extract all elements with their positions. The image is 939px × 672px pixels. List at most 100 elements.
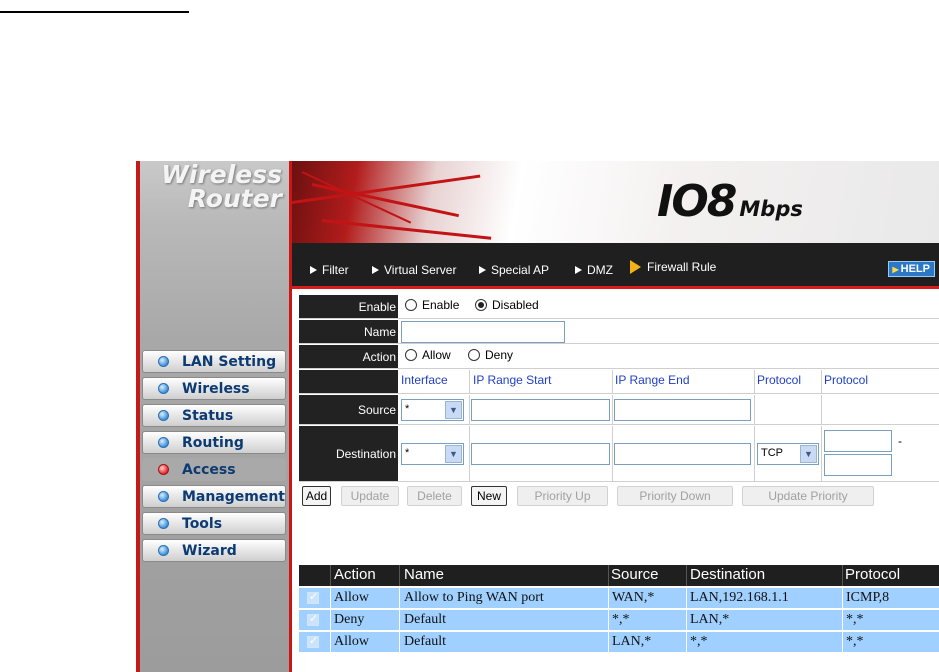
column-divider xyxy=(330,588,331,608)
new-button[interactable]: New xyxy=(471,486,507,506)
cell-destination: LAN,192.168.1.1 xyxy=(690,590,789,605)
destination-protocol-select[interactable]: TCP ▼ xyxy=(757,443,819,465)
sidebar-item-wizard[interactable]: Wizard xyxy=(142,539,286,562)
left-panel: Wireless Router LAN Setting Wireless Sta… xyxy=(136,161,292,672)
speed-value: IO8 xyxy=(657,176,737,227)
select-value: * xyxy=(405,403,410,415)
update-priority-button[interactable]: Update Priority xyxy=(742,486,874,506)
sidebar-item-routing[interactable]: Routing xyxy=(142,431,286,454)
cell-destination: LAN,* xyxy=(690,612,730,627)
source-interface-select[interactable]: * ▼ xyxy=(401,399,464,421)
priority-down-button[interactable]: Priority Down xyxy=(617,486,733,506)
column-divider xyxy=(686,632,687,652)
sidebar-item-lan-setting[interactable]: LAN Setting xyxy=(142,350,286,373)
column-divider xyxy=(469,370,470,394)
sidebar-item-status[interactable]: Status xyxy=(142,404,286,427)
nav-filter[interactable]: Filter xyxy=(310,263,349,277)
cell-source: *,* xyxy=(612,612,630,627)
allow-radio[interactable]: Allow xyxy=(405,348,451,362)
col-header-source: Source xyxy=(611,566,659,583)
arrow-right-icon xyxy=(372,266,379,274)
delete-button[interactable]: Delete xyxy=(407,486,462,506)
column-divider xyxy=(842,632,843,652)
column-divider xyxy=(399,632,400,652)
enable-row: Enable Enable Disabled xyxy=(299,295,939,319)
bullet-icon xyxy=(158,545,169,556)
column-divider xyxy=(686,610,687,630)
play-arrow-icon xyxy=(630,260,641,274)
cell-name: Default xyxy=(404,634,446,649)
bullet-icon xyxy=(158,356,169,367)
row-checkbox[interactable] xyxy=(307,634,319,648)
update-button[interactable]: Update xyxy=(341,486,399,506)
add-button[interactable]: Add xyxy=(302,486,331,506)
header-banner: IO8 Mbps xyxy=(292,161,939,243)
source-ip-end-input[interactable] xyxy=(614,399,751,421)
chevron-down-icon: ▼ xyxy=(800,445,817,463)
protocol-header-2: Protocol xyxy=(824,373,869,387)
help-button[interactable]: HELP xyxy=(887,261,935,277)
sidebar-item-wireless[interactable]: Wireless xyxy=(142,377,286,400)
nav-label: Virtual Server xyxy=(384,263,457,277)
select-value: TCP xyxy=(761,447,783,459)
enable-option-label: Enable xyxy=(422,298,460,312)
destination-ip-end-input[interactable] xyxy=(614,443,751,465)
sidebar-item-label: Wizard xyxy=(182,542,237,559)
disabled-radio[interactable]: Disabled xyxy=(475,298,539,312)
enable-radio[interactable]: Enable xyxy=(405,298,459,312)
protocol-header: Protocol xyxy=(757,373,802,387)
brand-logo: Wireless Router xyxy=(146,162,286,211)
nav-label: DMZ xyxy=(587,263,613,277)
priority-up-button[interactable]: Priority Up xyxy=(517,486,608,506)
bullet-icon xyxy=(158,491,169,502)
destination-interface-select[interactable]: * ▼ xyxy=(401,443,464,465)
nav-label: Special AP xyxy=(491,263,550,277)
arrow-right-icon xyxy=(310,266,317,274)
name-label: Name xyxy=(299,320,398,343)
nav-dmz[interactable]: DMZ xyxy=(575,263,613,277)
cell-protocol: *,* xyxy=(846,634,864,649)
destination-row: Destination * ▼ TCP ▼ - xyxy=(299,426,939,482)
cell-action: Allow xyxy=(334,634,369,649)
row-checkbox[interactable] xyxy=(307,590,319,604)
sidebar-item-tools[interactable]: Tools xyxy=(142,512,286,535)
arrow-right-icon xyxy=(575,266,582,274)
column-divider xyxy=(686,565,687,586)
column-divider xyxy=(330,632,331,652)
column-header-row: Interface IP Range Start IP Range End Pr… xyxy=(299,370,939,394)
column-divider xyxy=(842,610,843,630)
table-row[interactable]: Allow Allow to Ping WAN port WAN,* LAN,1… xyxy=(299,587,939,608)
nav-label: Filter xyxy=(322,263,349,277)
speed-unit: Mbps xyxy=(739,197,803,221)
source-ip-start-input[interactable] xyxy=(471,399,610,421)
destination-ip-start-input[interactable] xyxy=(471,443,610,465)
row-checkbox[interactable] xyxy=(307,612,319,626)
column-divider xyxy=(821,395,822,425)
chevron-down-icon: ▼ xyxy=(445,445,462,463)
column-divider xyxy=(399,588,400,608)
port-start-input[interactable] xyxy=(824,430,892,452)
table-row[interactable]: Allow Default LAN,* *,* *,* xyxy=(299,631,939,652)
nav-firewall-rule[interactable]: Firewall Rule xyxy=(630,260,716,274)
sidebar-menu: LAN Setting Wireless Status Routing Acce… xyxy=(142,350,286,566)
nav-special-ap[interactable]: Special AP xyxy=(479,263,549,277)
table-row[interactable]: Deny Default *,* LAN,* *,* xyxy=(299,609,939,630)
column-divider xyxy=(842,565,843,586)
interface-header: Interface xyxy=(401,373,448,387)
column-divider xyxy=(608,565,609,586)
column-divider xyxy=(469,395,470,425)
destination-label: Destination xyxy=(299,426,398,481)
sidebar-item-label: Routing xyxy=(182,434,244,451)
sidebar-item-access[interactable]: Access xyxy=(142,458,286,481)
column-divider xyxy=(608,588,609,608)
port-end-input[interactable] xyxy=(824,454,892,476)
col-header-destination: Destination xyxy=(690,566,766,583)
nav-virtual-server[interactable]: Virtual Server xyxy=(372,263,456,277)
cell-source: WAN,* xyxy=(612,590,655,605)
name-input[interactable] xyxy=(401,321,565,343)
sidebar-item-management[interactable]: Management xyxy=(142,485,286,508)
sidebar-item-label: LAN Setting xyxy=(182,353,277,370)
router-admin-frame: Wireless Router LAN Setting Wireless Sta… xyxy=(136,161,939,672)
enable-label: Enable xyxy=(299,295,398,318)
deny-radio[interactable]: Deny xyxy=(468,348,513,362)
